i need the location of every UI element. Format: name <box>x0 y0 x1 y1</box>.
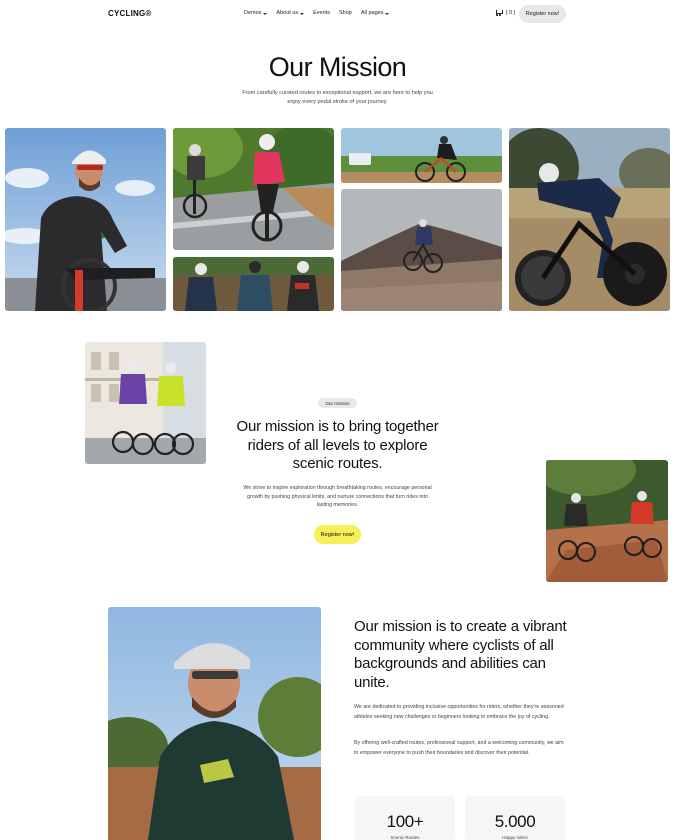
stat-label: Happy riders <box>502 835 528 840</box>
page-title: Our Mission <box>268 52 407 82</box>
nav-label: Events <box>313 10 330 16</box>
nav-label: About us <box>276 10 299 16</box>
mission-photo-city-riders <box>85 342 206 464</box>
hero-subtitle: From carefully curated routes to excepti… <box>242 90 433 105</box>
gallery-photo-tt-bike <box>509 128 670 311</box>
gallery-photo-group-riders <box>173 257 334 311</box>
gallery-photo-group-road <box>173 128 334 250</box>
site-logo[interactable]: CYCLING® <box>108 9 152 18</box>
community-paragraph-1: We are dedicated to providing inclusive … <box>354 704 564 720</box>
gallery-photo-cyclist-field <box>341 128 502 183</box>
mission-photo-trail-riders <box>546 460 668 582</box>
community-photo-cyclist-portrait <box>108 607 321 840</box>
nav-demos[interactable]: Demos <box>244 10 268 16</box>
site-header: CYCLING® Demos About us Events Shop All … <box>0 0 675 30</box>
mission-description: We strive to inspire exploration through… <box>243 485 432 509</box>
stat-card-routes: 100+ Scenic Routes <box>355 796 455 840</box>
stat-card-riders: 5.000 Happy riders <box>465 796 565 840</box>
chevron-down-icon <box>385 12 390 15</box>
nav-label: All pages <box>360 10 384 16</box>
gallery-photo-cyclist-road <box>5 128 166 311</box>
register-button-header[interactable]: Register now! <box>519 5 566 23</box>
nav-label: Demos <box>244 10 262 16</box>
cart-button[interactable]: [ 0 ] <box>495 9 515 16</box>
stat-value: 100+ <box>386 812 424 831</box>
nav-about-us[interactable]: About us <box>276 10 305 16</box>
section-badge: Our mission <box>318 398 357 408</box>
chevron-down-icon <box>263 12 268 15</box>
nav-events[interactable]: Events <box>313 10 330 16</box>
main-nav: Demos About us Events Shop All pages <box>244 10 390 16</box>
chevron-down-icon <box>300 12 305 15</box>
community-paragraph-2: By offering well-crafted routes, profess… <box>354 740 564 756</box>
register-button-mission[interactable]: Register now! <box>314 525 361 544</box>
gallery-photo-cyclist-mountain <box>341 189 502 311</box>
community-heading: Our mission is to create a vibrant commu… <box>354 618 567 691</box>
nav-all-pages[interactable]: All pages <box>361 10 390 16</box>
cart-icon <box>495 9 503 16</box>
stat-label: Scenic Routes <box>390 835 420 840</box>
cart-count: [ 0 ] <box>506 9 516 16</box>
stat-value: 5.000 <box>494 812 536 831</box>
mission-heading: Our mission is to bring together riders … <box>236 418 439 472</box>
nav-shop[interactable]: Shop <box>339 10 352 16</box>
nav-label: Shop <box>338 10 352 16</box>
